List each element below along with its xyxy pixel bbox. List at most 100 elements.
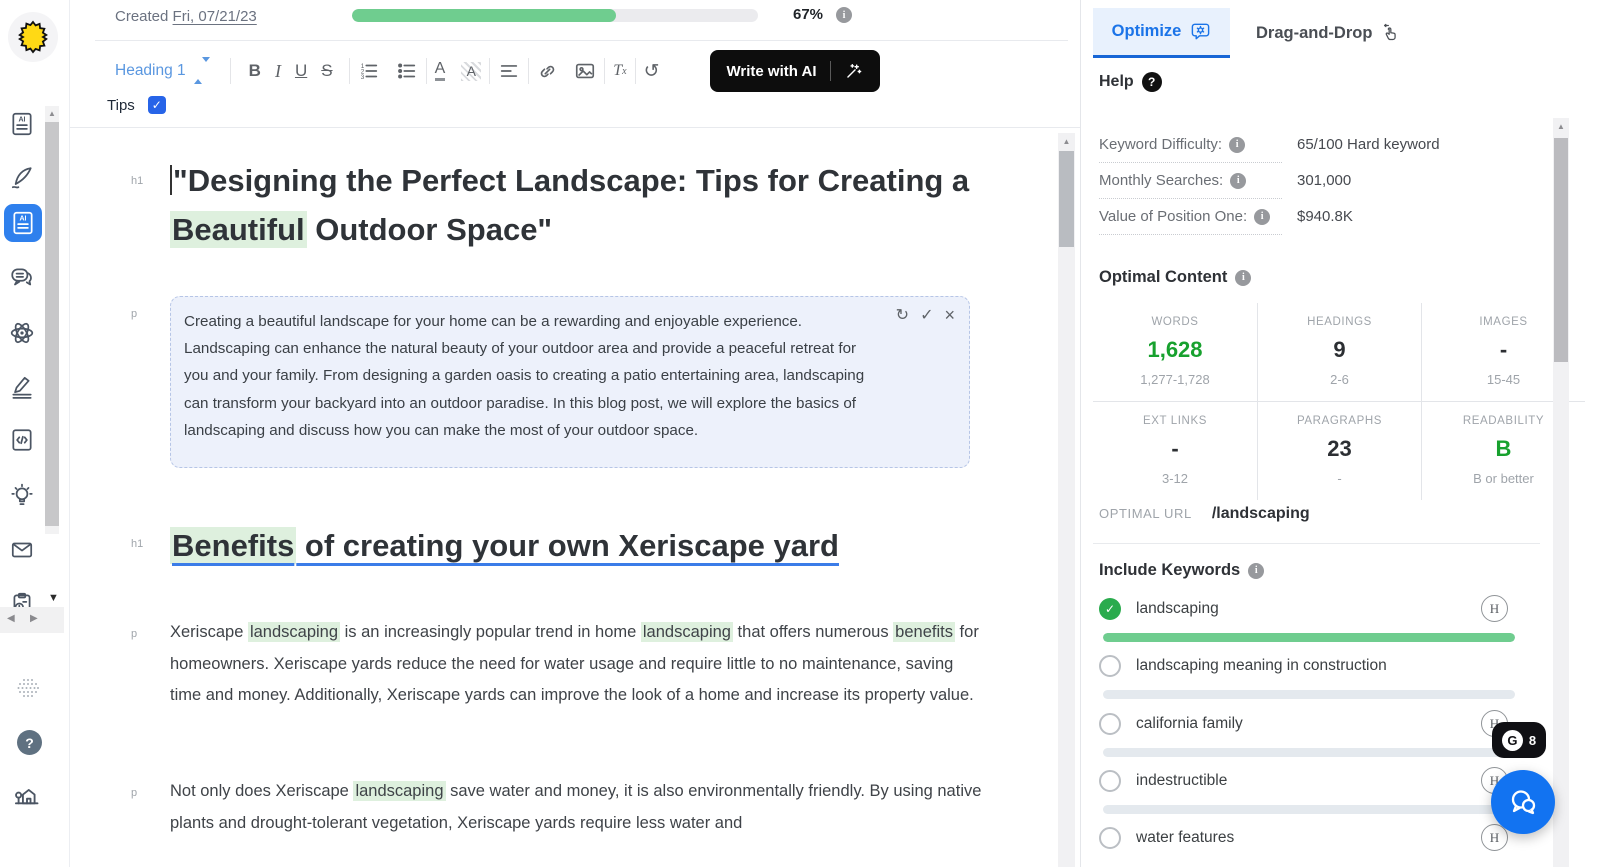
- optimization-progress-bar: [352, 9, 758, 22]
- text-color-button[interactable]: A: [435, 61, 446, 81]
- created-label: Created: [115, 8, 168, 25]
- tab-drag-and-drop[interactable]: Drag-and-Drop: [1256, 14, 1400, 52]
- insert-link-button[interactable]: [537, 61, 558, 82]
- panel-scrollbar-thumb[interactable]: [1554, 138, 1568, 362]
- scroll-up-icon[interactable]: ▲: [1553, 122, 1569, 131]
- keyword-row[interactable]: landscaping meaning in construction: [1099, 652, 1539, 699]
- dotted-globe-icon[interactable]: [14, 674, 42, 702]
- svg-text:3: 3: [360, 74, 364, 81]
- scroll-right-icon[interactable]: ▶: [30, 613, 38, 624]
- keyword-check: [1099, 827, 1121, 849]
- sidebar-item-research[interactable]: [9, 320, 35, 346]
- scroll-down-icon[interactable]: ▼: [48, 592, 59, 604]
- editor-area: Created Fri, 07/21/23 67% i Heading 1 B …: [70, 0, 1081, 867]
- scroll-up-icon[interactable]: ▲: [1058, 137, 1075, 146]
- sidebar-scrollbar-thumb[interactable]: [45, 122, 59, 526]
- svg-text:AI: AI: [19, 215, 26, 222]
- sidebar-horizontal-scroll[interactable]: ◀ ▶: [0, 607, 64, 633]
- info-icon[interactable]: i: [1248, 563, 1264, 579]
- sidebar-item-seo-editor-active[interactable]: AI: [4, 204, 42, 242]
- block-type-label: p: [131, 308, 137, 320]
- metric-headings: HEADINGS92-6: [1257, 303, 1421, 401]
- sidebar-item-rewrite[interactable]: [9, 374, 35, 400]
- panel-scrollbar[interactable]: ▲: [1553, 118, 1569, 867]
- info-icon[interactable]: i: [1230, 173, 1246, 189]
- highlight-letter: A: [461, 62, 481, 81]
- grammarly-badge[interactable]: G 8: [1492, 722, 1546, 758]
- info-icon[interactable]: i: [1235, 270, 1251, 286]
- keyword-row[interactable]: water featuresH: [1099, 824, 1539, 852]
- highlight-color-button[interactable]: A: [461, 62, 481, 81]
- grammarly-count: 8: [1529, 733, 1536, 748]
- keyword-row[interactable]: indestructibleH: [1099, 767, 1539, 814]
- write-with-ai-button[interactable]: Write with AI: [710, 50, 880, 92]
- info-icon[interactable]: i: [1229, 137, 1245, 153]
- info-icon[interactable]: i: [1254, 209, 1270, 225]
- dismiss-icon[interactable]: ×: [944, 305, 955, 326]
- regenerate-icon[interactable]: ↻: [896, 305, 909, 326]
- optimal-content-grid: WORDS1,6281,277-1,728 HEADINGS92-6 IMAGE…: [1093, 303, 1585, 500]
- heading-style-selector[interactable]: Heading 1: [115, 62, 210, 80]
- sidebar-scrollbar[interactable]: ▲: [45, 106, 59, 534]
- body-paragraph-1[interactable]: Xeriscape landscaping is an increasingly…: [170, 617, 982, 712]
- sidebar-help-button[interactable]: ?: [17, 730, 42, 755]
- help-link[interactable]: Help ?: [1099, 72, 1162, 92]
- accept-icon[interactable]: ✓: [920, 305, 933, 326]
- tab-optimize[interactable]: Optimize: [1093, 8, 1230, 58]
- insert-image-button[interactable]: [574, 60, 596, 82]
- magic-wand-icon[interactable]: [844, 62, 863, 81]
- left-sidebar: AI AI ▲: [0, 0, 70, 867]
- divider: [70, 127, 1080, 128]
- code-document-icon: [9, 427, 35, 453]
- ai-document-icon: AI: [9, 111, 35, 137]
- help-question-icon: ?: [1142, 72, 1162, 92]
- tips-checkbox[interactable]: ✓: [148, 96, 166, 114]
- benefits-heading[interactable]: Benefits of creating your own Xeriscape …: [170, 521, 930, 571]
- sidebar-item-code-snippets[interactable]: [9, 427, 35, 453]
- keyword-label: indestructible: [1136, 772, 1227, 790]
- highlighted-keyword: Beautiful: [170, 211, 307, 248]
- svg-text:AI: AI: [18, 116, 25, 123]
- intro-paragraph[interactable]: Creating a beautiful landscape for your …: [171, 297, 969, 454]
- progress-info-icon[interactable]: i: [836, 7, 852, 23]
- keyword-row[interactable]: california familyH: [1099, 710, 1539, 757]
- document-title[interactable]: "Designing the Perfect Landscape: Tips f…: [170, 156, 980, 254]
- sidebar-item-ideas[interactable]: [9, 483, 35, 509]
- sidebar-item-long-form[interactable]: [9, 165, 35, 191]
- clear-formatting-button[interactable]: Tx: [613, 62, 626, 80]
- align-button[interactable]: [498, 60, 520, 82]
- sidebar-item-email[interactable]: [9, 537, 35, 563]
- app-logo[interactable]: [8, 12, 58, 62]
- sidebar-home-button[interactable]: [13, 780, 41, 808]
- sidebar-item-ai-writer[interactable]: AI: [9, 111, 35, 137]
- block-type-label: p: [131, 628, 137, 640]
- mail-icon: [9, 537, 35, 563]
- body-paragraph-2[interactable]: Not only does Xeriscape landscaping save…: [170, 776, 982, 839]
- stat-value: 65/100 Hard keyword: [1297, 136, 1440, 153]
- highlighted-keyword: landscaping: [248, 622, 340, 642]
- highlighted-keyword: Benefits: [170, 527, 296, 564]
- bold-button[interactable]: B: [249, 61, 261, 81]
- editor-scrollbar-thumb[interactable]: [1059, 151, 1074, 247]
- strikethrough-button[interactable]: S: [321, 61, 332, 81]
- optimal-content-title: Optimal Contenti: [1099, 268, 1251, 287]
- keyword-heading-toggle[interactable]: H: [1481, 595, 1508, 622]
- scroll-left-icon[interactable]: ◀: [7, 613, 15, 624]
- stat-value: $940.8K: [1297, 208, 1353, 225]
- ai-suggested-paragraph[interactable]: ↻ ✓ × Creating a beautiful landscape for…: [170, 296, 970, 468]
- ai-suggestion-actions: ↻ ✓ ×: [896, 305, 955, 326]
- created-date-value[interactable]: Fri, 07/21/23: [173, 8, 257, 25]
- divider: [1093, 543, 1540, 544]
- bullet-list-button[interactable]: [396, 60, 418, 82]
- optimal-url-row: OPTIMAL URL /landscaping: [1099, 505, 1310, 523]
- underline-button[interactable]: U: [295, 61, 307, 81]
- italic-button[interactable]: I: [275, 61, 281, 82]
- sidebar-item-chat[interactable]: [9, 265, 35, 291]
- atom-icon: [9, 320, 35, 346]
- undo-button[interactable]: ↺: [644, 60, 660, 83]
- chat-support-button[interactable]: [1491, 770, 1555, 834]
- ordered-list-button[interactable]: 123: [358, 60, 380, 82]
- keyword-row[interactable]: landscapingH: [1099, 595, 1539, 642]
- editor-scrollbar[interactable]: ▲: [1058, 133, 1075, 867]
- scroll-up-icon[interactable]: ▲: [45, 109, 59, 118]
